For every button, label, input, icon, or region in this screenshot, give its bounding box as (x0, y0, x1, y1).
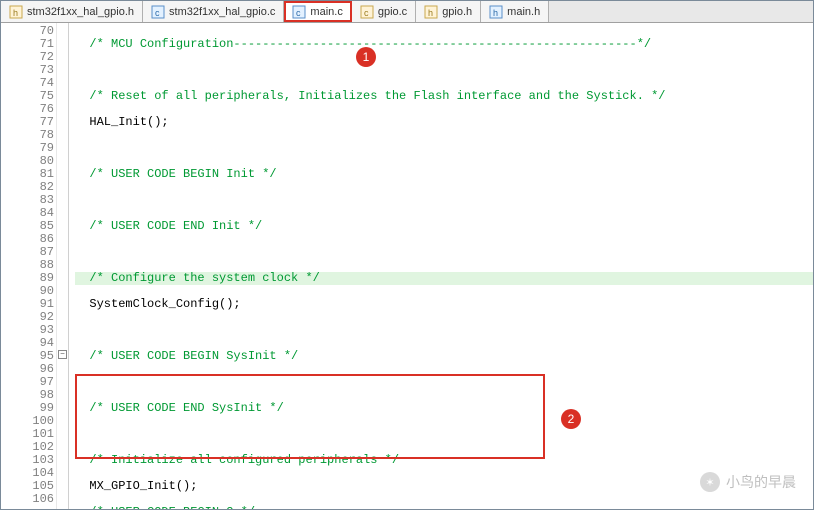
fold-toggle-icon[interactable]: − (58, 350, 67, 359)
tab-label: gpio.h (442, 6, 472, 18)
svg-text:h: h (13, 8, 18, 18)
comment: /* USER CODE END Init */ (89, 219, 262, 233)
h-file-icon: h (424, 5, 438, 19)
code-text: SystemClock_Config(); (89, 297, 240, 311)
comment: /* USER CODE BEGIN Init */ (89, 167, 276, 181)
code-text: HAL_Init(); (89, 115, 168, 129)
code-content[interactable]: /* MCU Configuration--------------------… (69, 23, 813, 509)
comment: /* USER CODE END SysInit */ (89, 401, 283, 415)
tab-gpio-h[interactable]: h gpio.h (416, 1, 481, 22)
tab-main-h[interactable]: h main.h (481, 1, 549, 22)
tab-main-c[interactable]: c main.c (284, 1, 351, 22)
line-number: 106 (1, 493, 54, 506)
tab-label: main.c (310, 6, 342, 18)
code-text: MX_GPIO_Init(); (89, 479, 197, 493)
h-file-icon: h (9, 5, 23, 19)
fold-column: − (56, 23, 68, 509)
h-file-icon: h (489, 5, 503, 19)
svg-text:h: h (493, 8, 498, 18)
comment: /* USER CODE BEGIN SysInit */ (89, 349, 298, 363)
svg-text:c: c (364, 8, 369, 18)
tab-label: gpio.c (378, 6, 407, 18)
svg-text:h: h (428, 8, 433, 18)
tab-gpio-c[interactable]: c gpio.c (352, 1, 416, 22)
tab-label: stm32f1xx_hal_gpio.c (169, 6, 275, 18)
svg-text:c: c (155, 8, 160, 18)
c-file-icon: c (292, 5, 306, 19)
comment: /* MCU Configuration--------------------… (89, 37, 651, 51)
comment: /* USER CODE BEGIN 2 */ (89, 505, 255, 509)
editor-window: h stm32f1xx_hal_gpio.h c stm32f1xx_hal_g… (0, 0, 814, 510)
line-number-gutter: 70 71 72 73 74 75 76 77 78 79 80 81 82 8… (1, 23, 69, 509)
tab-label: main.h (507, 6, 540, 18)
tab-stm32f1xx-hal-gpio-h[interactable]: h stm32f1xx_hal_gpio.h (1, 1, 143, 22)
c-file-icon: c (151, 5, 165, 19)
tab-label: stm32f1xx_hal_gpio.h (27, 6, 134, 18)
svg-text:c: c (296, 8, 301, 18)
code-area[interactable]: 70 71 72 73 74 75 76 77 78 79 80 81 82 8… (1, 23, 813, 509)
tab-stm32f1xx-hal-gpio-c[interactable]: c stm32f1xx_hal_gpio.c (143, 1, 284, 22)
comment: /* Initialize all configured peripherals… (89, 453, 399, 467)
comment: /* Reset of all peripherals, Initializes… (89, 89, 665, 103)
comment: /* Configure the system clock */ (89, 271, 319, 285)
c-file-icon: c (360, 5, 374, 19)
tab-bar: h stm32f1xx_hal_gpio.h c stm32f1xx_hal_g… (1, 1, 813, 23)
